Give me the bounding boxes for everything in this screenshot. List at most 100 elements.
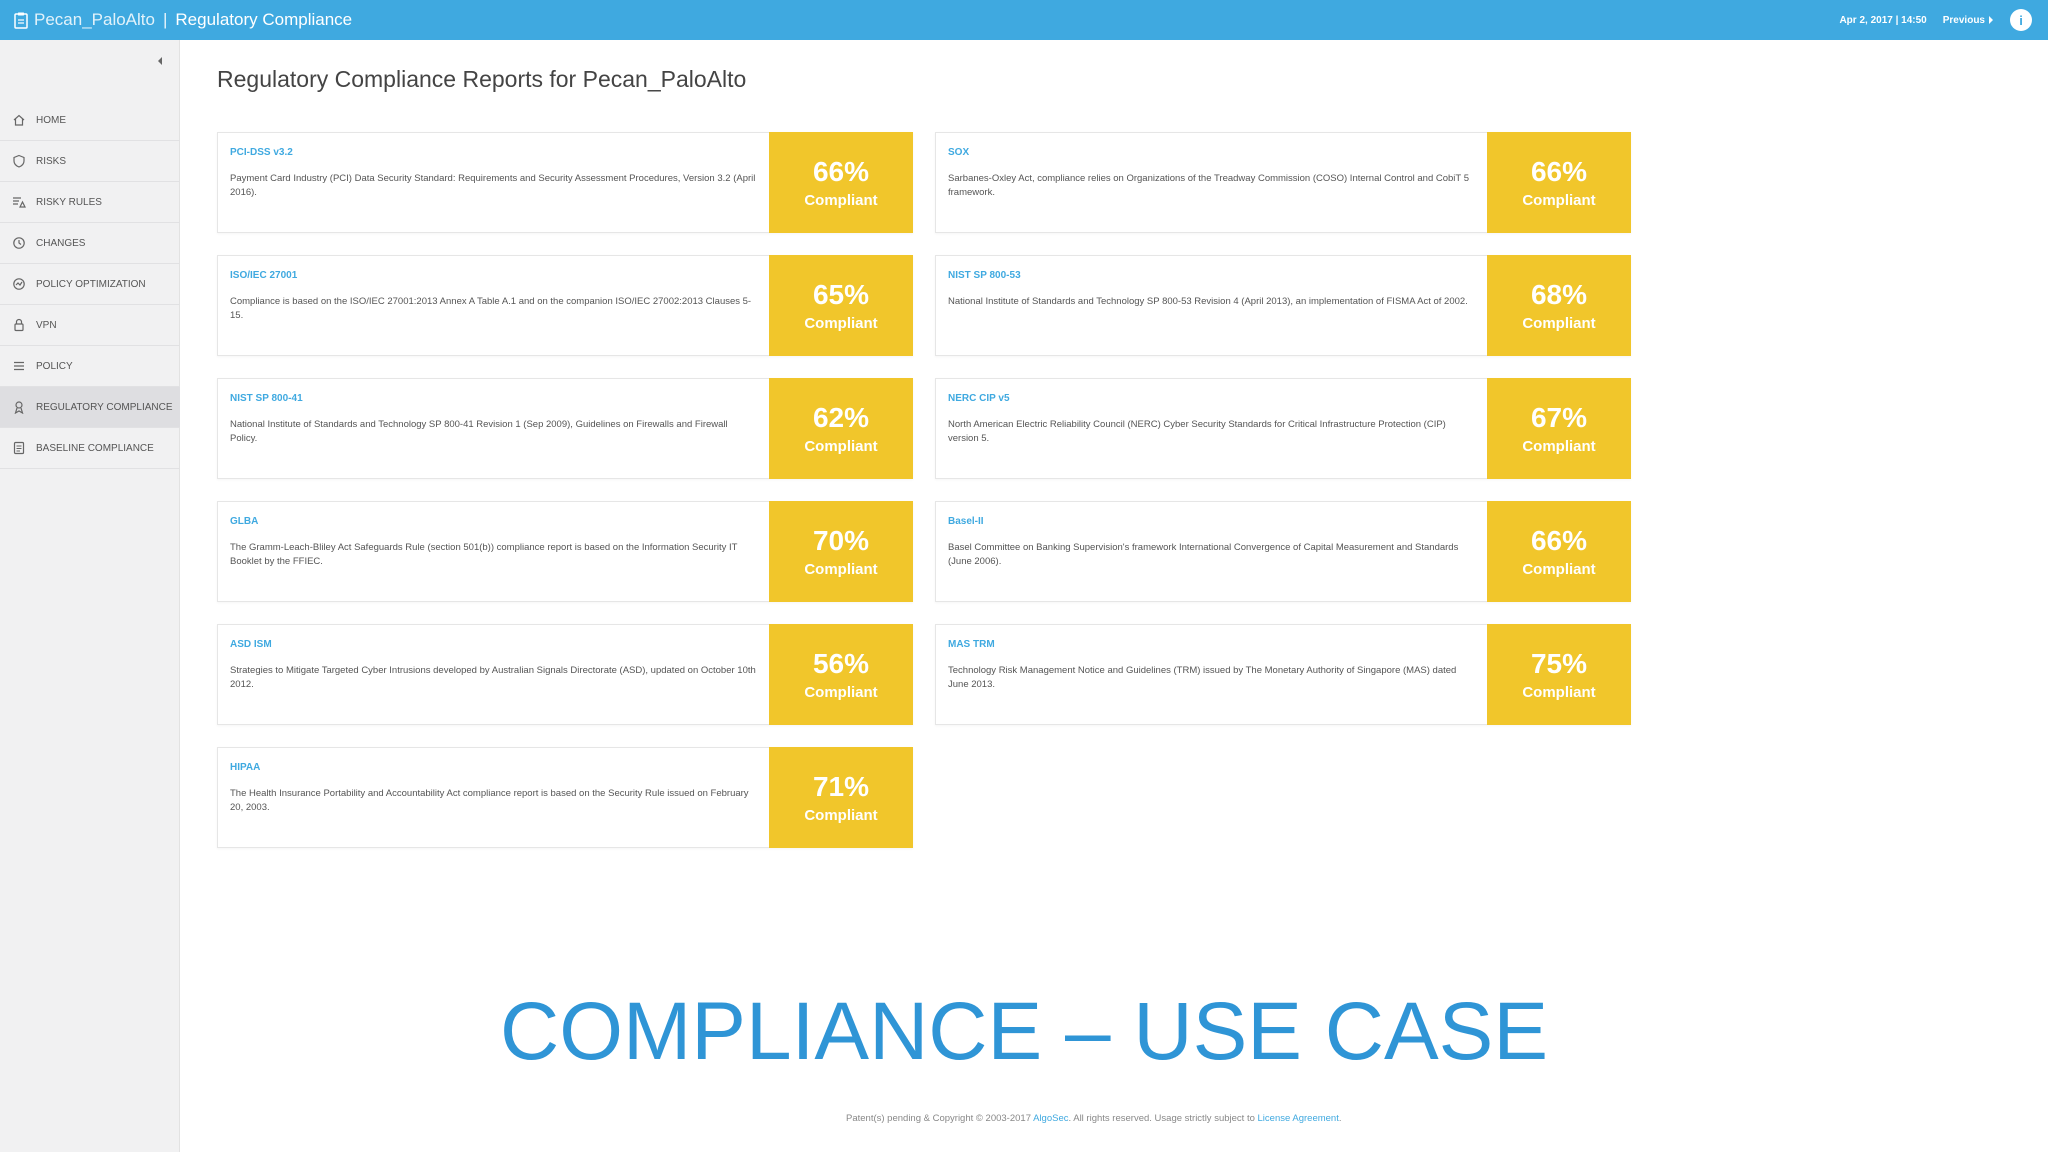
report-title[interactable]: ISO/IEC 27001	[230, 270, 757, 281]
report-description: Compliance is based on the ISO/IEC 27001…	[230, 296, 752, 321]
sidebar-item-changes[interactable]: CHANGES	[0, 223, 180, 264]
sidebar: HOME RISKS RISKY RULES CHANGES POLICY OP…	[0, 40, 180, 1152]
sidebar-item-home[interactable]: HOME	[0, 100, 180, 141]
report-title[interactable]: MAS TRM	[948, 639, 1475, 650]
compliance-status: Compliant	[1522, 315, 1596, 332]
sidebar-item-regulatory-compliance[interactable]: REGULATORY COMPLIANCE	[0, 387, 180, 428]
page-title: Regulatory Compliance Reports for Pecan_…	[217, 66, 747, 92]
collapse-sidebar-icon[interactable]	[153, 54, 167, 68]
compliance-percent: 68%	[1530, 279, 1588, 310]
compliance-icon	[14, 401, 24, 414]
info-icon[interactable]: i	[2010, 9, 2032, 31]
report-card-basel-ii[interactable]: Basel-II Basel Committee on Banking Supe…	[935, 501, 1631, 602]
footer-copyright: Patent(s) pending & Copyright © 2003-201…	[846, 1113, 1034, 1124]
report-description: National Institute of Standards and Tech…	[230, 419, 728, 444]
compliance-percent: 62%	[812, 402, 870, 433]
sidebar-item-policy-optimization[interactable]: POLICY OPTIMIZATION	[0, 264, 180, 305]
compliance-badge: 67% Compliant	[1487, 378, 1631, 479]
report-card-text: NIST SP 800-53 National Institute of Sta…	[936, 256, 1487, 355]
sidebar-item-policy[interactable]: POLICY	[0, 346, 180, 387]
datetime: Apr 2, 2017 | 14:50	[1839, 14, 1927, 26]
report-description: Technology Risk Management Notice and Gu…	[948, 665, 1457, 690]
report-card-text: PCI-DSS v3.2 Payment Card Industry (PCI)…	[218, 133, 769, 232]
chevron-right-icon	[1989, 16, 1993, 24]
compliance-badge: 71% Compliant	[769, 747, 913, 848]
compliance-percent: 67%	[1530, 402, 1588, 433]
report-description: The Gramm-Leach-Bliley Act Safeguards Ru…	[230, 542, 738, 567]
sidebar-item-risky-rules[interactable]: RISKY RULES	[0, 182, 180, 223]
sidebar-nav: HOME RISKS RISKY RULES CHANGES POLICY OP…	[0, 100, 180, 469]
compliance-percent: 65%	[812, 279, 870, 310]
report-card-asd-ism[interactable]: ASD ISM Strategies to Mitigate Targeted …	[217, 624, 913, 725]
lock-icon	[14, 318, 24, 332]
license-agreement-link[interactable]: License Agreement	[1258, 1113, 1339, 1124]
company-link[interactable]: AlgoSec	[1033, 1113, 1068, 1124]
footer: Patent(s) pending & Copyright © 2003-201…	[846, 1113, 1342, 1124]
compliance-badge: 56% Compliant	[769, 624, 913, 725]
brand: Pecan_PaloAlto | Regulatory Compliance	[14, 0, 352, 40]
report-card-iso-27001[interactable]: ISO/IEC 27001 Compliance is based on the…	[217, 255, 913, 356]
baseline-icon	[13, 441, 25, 455]
compliance-status: Compliant	[804, 315, 878, 332]
report-card-nist-800-41[interactable]: NIST SP 800-41 National Institute of Sta…	[217, 378, 913, 479]
compliance-percent: 56%	[812, 648, 870, 679]
report-card-text: NERC CIP v5 North American Electric Reli…	[936, 379, 1487, 478]
report-title[interactable]: GLBA	[230, 516, 757, 527]
sidebar-item-label: POLICY OPTIMIZATION	[36, 278, 146, 290]
report-card-hipaa[interactable]: HIPAA The Health Insurance Portability a…	[217, 747, 913, 848]
compliance-percent: 66%	[1530, 156, 1588, 187]
top-bar: Pecan_PaloAlto | Regulatory Compliance A…	[0, 0, 2048, 40]
report-title[interactable]: NIST SP 800-53	[948, 270, 1475, 281]
report-card-text: NIST SP 800-41 National Institute of Sta…	[218, 379, 769, 478]
report-card-mas-trm[interactable]: MAS TRM Technology Risk Management Notic…	[935, 624, 1631, 725]
compliance-badge: 66% Compliant	[1487, 501, 1631, 602]
report-description: Basel Committee on Banking Supervision's…	[948, 542, 1459, 567]
report-description: The Health Insurance Portability and Acc…	[230, 788, 749, 813]
report-card-text: SOX Sarbanes-Oxley Act, compliance relie…	[936, 133, 1487, 232]
previous-button[interactable]: Previous	[1943, 15, 1994, 26]
site-name[interactable]: Pecan_PaloAlto	[34, 10, 155, 30]
list-icon	[14, 361, 24, 371]
report-card-text: HIPAA The Health Insurance Portability a…	[218, 748, 769, 847]
compliance-percent: 66%	[812, 156, 870, 187]
compliance-badge: 66% Compliant	[1487, 132, 1631, 233]
compliance-percent: 71%	[812, 771, 870, 802]
report-title[interactable]: Basel-II	[948, 516, 1475, 527]
sidebar-item-label: VPN	[36, 319, 57, 331]
report-card-text: Basel-II Basel Committee on Banking Supe…	[936, 502, 1487, 601]
compliance-badge: 62% Compliant	[769, 378, 913, 479]
sidebar-item-risks[interactable]: RISKS	[0, 141, 180, 182]
sidebar-item-baseline-compliance[interactable]: BASELINE COMPLIANCE	[0, 428, 180, 469]
home-icon	[13, 114, 25, 126]
report-title[interactable]: SOX	[948, 147, 1475, 158]
report-title[interactable]: ASD ISM	[230, 639, 757, 650]
sidebar-item-vpn[interactable]: VPN	[0, 305, 180, 346]
compliance-status: Compliant	[1522, 192, 1596, 209]
report-title[interactable]: NERC CIP v5	[948, 393, 1475, 404]
slide-headline: COMPLIANCE – USE CASE	[500, 986, 1549, 1077]
report-card-text: GLBA The Gramm-Leach-Bliley Act Safeguar…	[218, 502, 769, 601]
compliance-percent: 66%	[1530, 525, 1588, 556]
report-title[interactable]: PCI-DSS v3.2	[230, 147, 757, 158]
report-title[interactable]: HIPAA	[230, 762, 757, 773]
compliance-badge: 75% Compliant	[1487, 624, 1631, 725]
report-title[interactable]: NIST SP 800-41	[230, 393, 757, 404]
compliance-status: Compliant	[804, 684, 878, 701]
reports-grid: PCI-DSS v3.2 Payment Card Industry (PCI)…	[217, 132, 1631, 848]
sidebar-item-label: RISKY RULES	[36, 196, 102, 208]
report-card-nerc-cip[interactable]: NERC CIP v5 North American Electric Reli…	[935, 378, 1631, 479]
sidebar-item-label: POLICY	[36, 360, 73, 372]
report-card-nist-800-53[interactable]: NIST SP 800-53 National Institute of Sta…	[935, 255, 1631, 356]
document-icon	[14, 12, 28, 29]
report-description: North American Electric Reliability Coun…	[948, 419, 1446, 444]
report-card-sox[interactable]: SOX Sarbanes-Oxley Act, compliance relie…	[935, 132, 1631, 233]
footer-rights: . All rights reserved. Usage strictly su…	[1068, 1113, 1258, 1124]
footer-suffix: .	[1338, 1113, 1342, 1124]
report-card-pci-dss[interactable]: PCI-DSS v3.2 Payment Card Industry (PCI)…	[217, 132, 913, 233]
compliance-badge: 68% Compliant	[1487, 255, 1631, 356]
report-card-glba[interactable]: GLBA The Gramm-Leach-Bliley Act Safeguar…	[217, 501, 913, 602]
compliance-badge: 66% Compliant	[769, 132, 913, 233]
sidebar-item-label: HOME	[36, 114, 66, 126]
compliance-badge: 70% Compliant	[769, 501, 913, 602]
compliance-status: Compliant	[804, 192, 878, 209]
